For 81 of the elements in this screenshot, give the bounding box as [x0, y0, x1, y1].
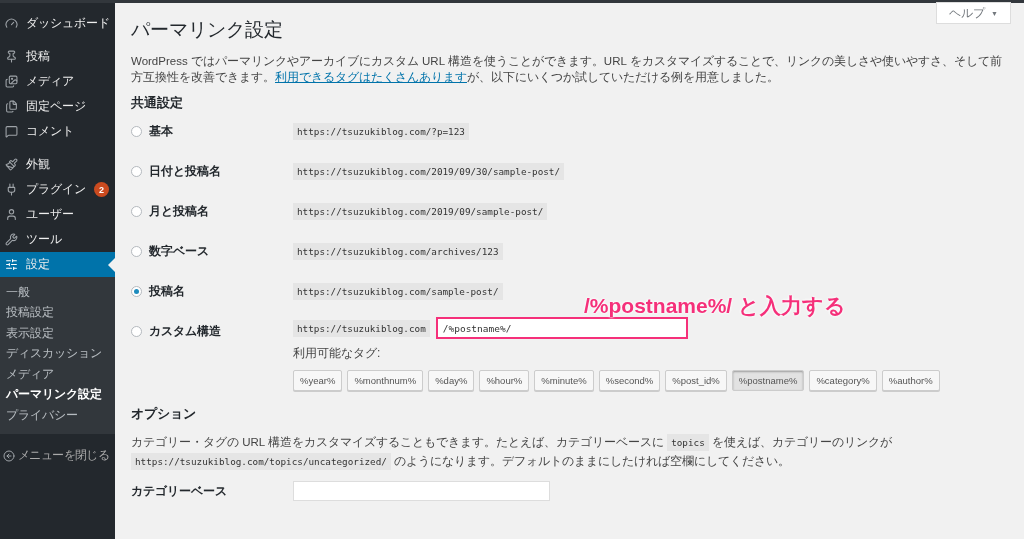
brush-icon	[5, 158, 18, 171]
tag-button[interactable]: %monthnum%	[347, 370, 424, 391]
field-label: カテゴリーベース	[131, 482, 228, 500]
menu-label: コメント	[26, 123, 74, 140]
custom-structure-field[interactable]: /%postname%/	[435, 317, 688, 339]
submenu-item[interactable]: メディア	[0, 364, 115, 385]
url-example: https://tsuzukiblog.com/?p=123	[293, 123, 469, 140]
collapse-menu-button[interactable]: メニューを閉じる	[0, 441, 115, 470]
speech-bubble-icon	[5, 125, 18, 138]
radio-button[interactable]	[131, 206, 142, 217]
url-example: https://tsuzukiblog.com/2019/09/sample-post/	[293, 203, 548, 220]
gauge-icon	[5, 17, 18, 30]
tag-button[interactable]: %day%	[428, 370, 475, 391]
radio-button[interactable]	[131, 166, 142, 177]
description-text: WordPress ではパーマリンクやアーカイブにカスタム URL 構造を使うことができます。URL をカスタマイズすることで、リンクの美しさや使いやすさ、そして前方互換性を改善できます。利用できるタグはたくさんありますが、以下にいくつか試していただける例を用意しました。	[131, 54, 1003, 85]
menu-item[interactable]: ツール	[0, 227, 115, 252]
radio-button[interactable]	[131, 246, 142, 257]
menu-item[interactable]: ダッシュボード	[0, 11, 115, 36]
menu-item[interactable]: 投稿	[0, 44, 115, 69]
category-base-field[interactable]	[293, 481, 550, 501]
option-label: 月と投稿名	[149, 203, 209, 220]
submenu-item[interactable]: 一般	[0, 282, 115, 303]
submenu-item[interactable]: ディスカッション	[0, 343, 115, 364]
pages-icon	[5, 100, 18, 113]
options-description: カテゴリー・タグの URL 構造をカスタマイズすることもできます。たとえば、カテゴリーベースに topics を使えば、カテゴリーのリンクが https://tsuzukiblog.com/topics/uncategorized/ のようになります。デフォルトのままにしたければ空欄にしてください。	[131, 433, 1010, 471]
menu-label: 外観	[26, 156, 50, 173]
section-heading: オプション	[131, 405, 197, 423]
option-label: 基本	[149, 123, 173, 140]
collapse-icon	[3, 449, 15, 462]
code-snippet: topics	[667, 434, 709, 451]
tag-button[interactable]: %minute%	[534, 370, 594, 391]
images-icon	[5, 75, 18, 88]
tag-button[interactable]: %year%	[293, 370, 343, 391]
radio-button[interactable]	[131, 126, 142, 137]
option-label: 投稿名	[149, 283, 185, 300]
page-title: パーマリンク設定	[131, 18, 284, 42]
tag-button[interactable]: %author%	[881, 370, 940, 391]
menu-label: メディア	[26, 73, 74, 90]
tag-button[interactable]: %post_id%	[665, 370, 727, 391]
user-icon	[5, 208, 18, 221]
url-prefix: https://tsuzukiblog.com	[293, 319, 430, 337]
menu-item[interactable]: プラグイン 2	[0, 177, 115, 202]
wrench-icon	[5, 233, 18, 246]
url-example: https://tsuzukiblog.com/sample-post/	[293, 283, 503, 300]
radio-button[interactable]	[131, 286, 142, 297]
option-label: 数字ベース	[149, 243, 209, 260]
tag-button[interactable]: %hour%	[479, 370, 530, 391]
sliders-icon	[5, 258, 18, 271]
code-snippet: https://tsuzukiblog.com/topics/uncategorized/	[131, 453, 391, 470]
section-heading: 共通設定	[131, 94, 184, 112]
tag-button[interactable]: %category%	[809, 370, 877, 391]
option-label: 日付と投稿名	[149, 163, 221, 180]
radio-button[interactable]	[131, 326, 142, 337]
menu-label: ツール	[26, 231, 62, 248]
url-example: https://tsuzukiblog.com/2019/09/30/sample-post/	[293, 163, 565, 180]
submenu-item[interactable]: パーマリンク設定	[0, 384, 115, 405]
plug-icon	[5, 183, 18, 196]
tag-button[interactable]: %postname%	[731, 370, 805, 391]
pin-icon	[5, 50, 18, 63]
menu-item[interactable]: コメント	[0, 119, 115, 144]
menu-label: 固定ページ	[26, 98, 86, 115]
annotation-text: /%postname%/ と入力する	[584, 293, 847, 319]
menu-label: プラグイン	[26, 181, 86, 198]
submenu-item[interactable]: 投稿設定	[0, 302, 115, 323]
menu-item[interactable]: 固定ページ	[0, 94, 115, 119]
menu-label: ユーザー	[26, 206, 74, 223]
menu-item[interactable]: 外観	[0, 152, 115, 177]
option-label: カスタム構造	[149, 323, 221, 340]
menu-label: 投稿	[26, 48, 50, 65]
url-example: https://tsuzukiblog.com/archives/123	[293, 243, 503, 260]
menu-label: ダッシュボード	[26, 15, 110, 32]
submenu-item[interactable]: プライバシー	[0, 405, 115, 426]
tag-button[interactable]: %second%	[598, 370, 661, 391]
menu-item[interactable]: ユーザー	[0, 202, 115, 227]
menu-item[interactable]: 設定	[0, 252, 115, 277]
tags-label: 利用可能なタグ:	[293, 345, 382, 362]
tags-link[interactable]: 利用できるタグはたくさんあります	[275, 71, 467, 83]
count-badge: 2	[94, 182, 109, 197]
submenu-item[interactable]: 表示設定	[0, 323, 115, 344]
menu-label: 設定	[26, 256, 50, 273]
menu-item[interactable]: メディア	[0, 69, 115, 94]
